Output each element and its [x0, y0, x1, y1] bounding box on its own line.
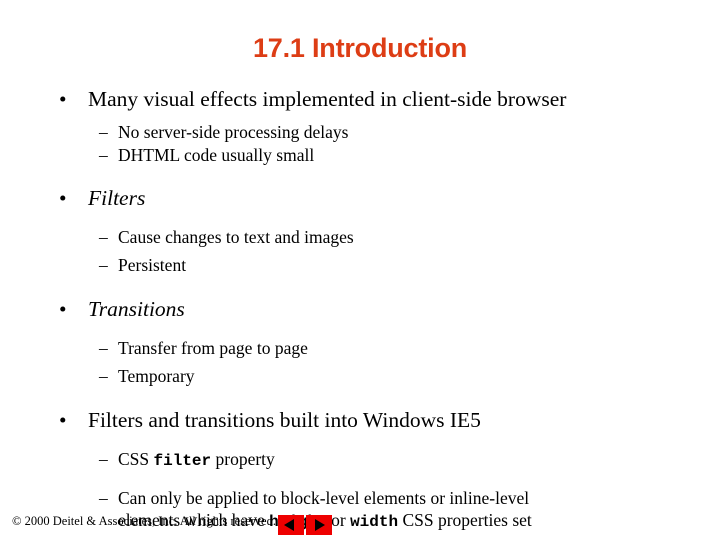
bullet-item: • Many visual effects implemented in cli… — [0, 86, 720, 112]
slide-footer: © 2000 Deitel & Associates, Inc. All rig… — [0, 500, 720, 540]
dash-marker: – — [99, 255, 108, 275]
page-title: 17.1 Introduction — [252, 33, 468, 63]
dash-marker: – — [99, 227, 108, 247]
sub-bullet-text-prefix: CSS — [118, 449, 154, 469]
dash-marker: – — [99, 449, 108, 469]
code-token-filter: filter — [153, 452, 212, 470]
next-slide-button[interactable] — [306, 515, 332, 535]
sub-bullet-item: – No server-side processing delays — [0, 121, 720, 143]
bullet-item: • Transitions — [0, 296, 720, 322]
sub-bullet-text-suffix: property — [211, 449, 275, 469]
sub-bullet-item: – Persistent — [0, 254, 720, 276]
sub-bullet-item: – Transfer from page to page — [0, 337, 720, 359]
sub-bullet-label: Transfer from page to page — [118, 338, 308, 358]
bullet-marker: • — [59, 87, 67, 111]
slide-body: • Many visual effects implemented in cli… — [0, 86, 720, 533]
copyright-notice: © 2000 Deitel & Associates, Inc. All rig… — [12, 514, 276, 528]
triangle-left-icon — [284, 519, 294, 531]
sub-bullet-item: – Temporary — [0, 365, 720, 387]
bullet-item: • Filters and transitions built into Win… — [0, 407, 720, 433]
dash-marker: – — [99, 338, 108, 358]
sub-bullet-label: Persistent — [118, 255, 187, 275]
sub-bullet-item: – Cause changes to text and images — [0, 226, 720, 248]
bullet-label: Transitions — [88, 297, 185, 321]
sub-bullet-label: Cause changes to text and images — [118, 227, 354, 247]
bullet-label: Many visual effects implemented in clien… — [88, 87, 567, 111]
bullet-marker: • — [59, 186, 67, 210]
bullet-marker: • — [59, 297, 67, 321]
sub-bullet-label: No server-side processing delays — [118, 122, 349, 142]
bullet-label: Filters and transitions built into Windo… — [88, 408, 481, 432]
dash-marker: – — [99, 366, 108, 386]
previous-slide-button[interactable] — [278, 515, 304, 535]
bullet-item: • Filters — [0, 185, 720, 211]
sub-bullet-label: Temporary — [118, 366, 195, 386]
sub-bullet-item: – CSS filter property — [0, 448, 720, 472]
dash-marker: – — [99, 122, 108, 142]
bullet-marker: • — [59, 408, 67, 432]
triangle-right-icon — [315, 519, 325, 531]
sub-bullet-label: DHTML code usually small — [118, 145, 315, 165]
bullet-label: Filters — [88, 186, 146, 210]
sub-bullet-item: – DHTML code usually small — [0, 144, 720, 166]
dash-marker: – — [99, 145, 108, 165]
